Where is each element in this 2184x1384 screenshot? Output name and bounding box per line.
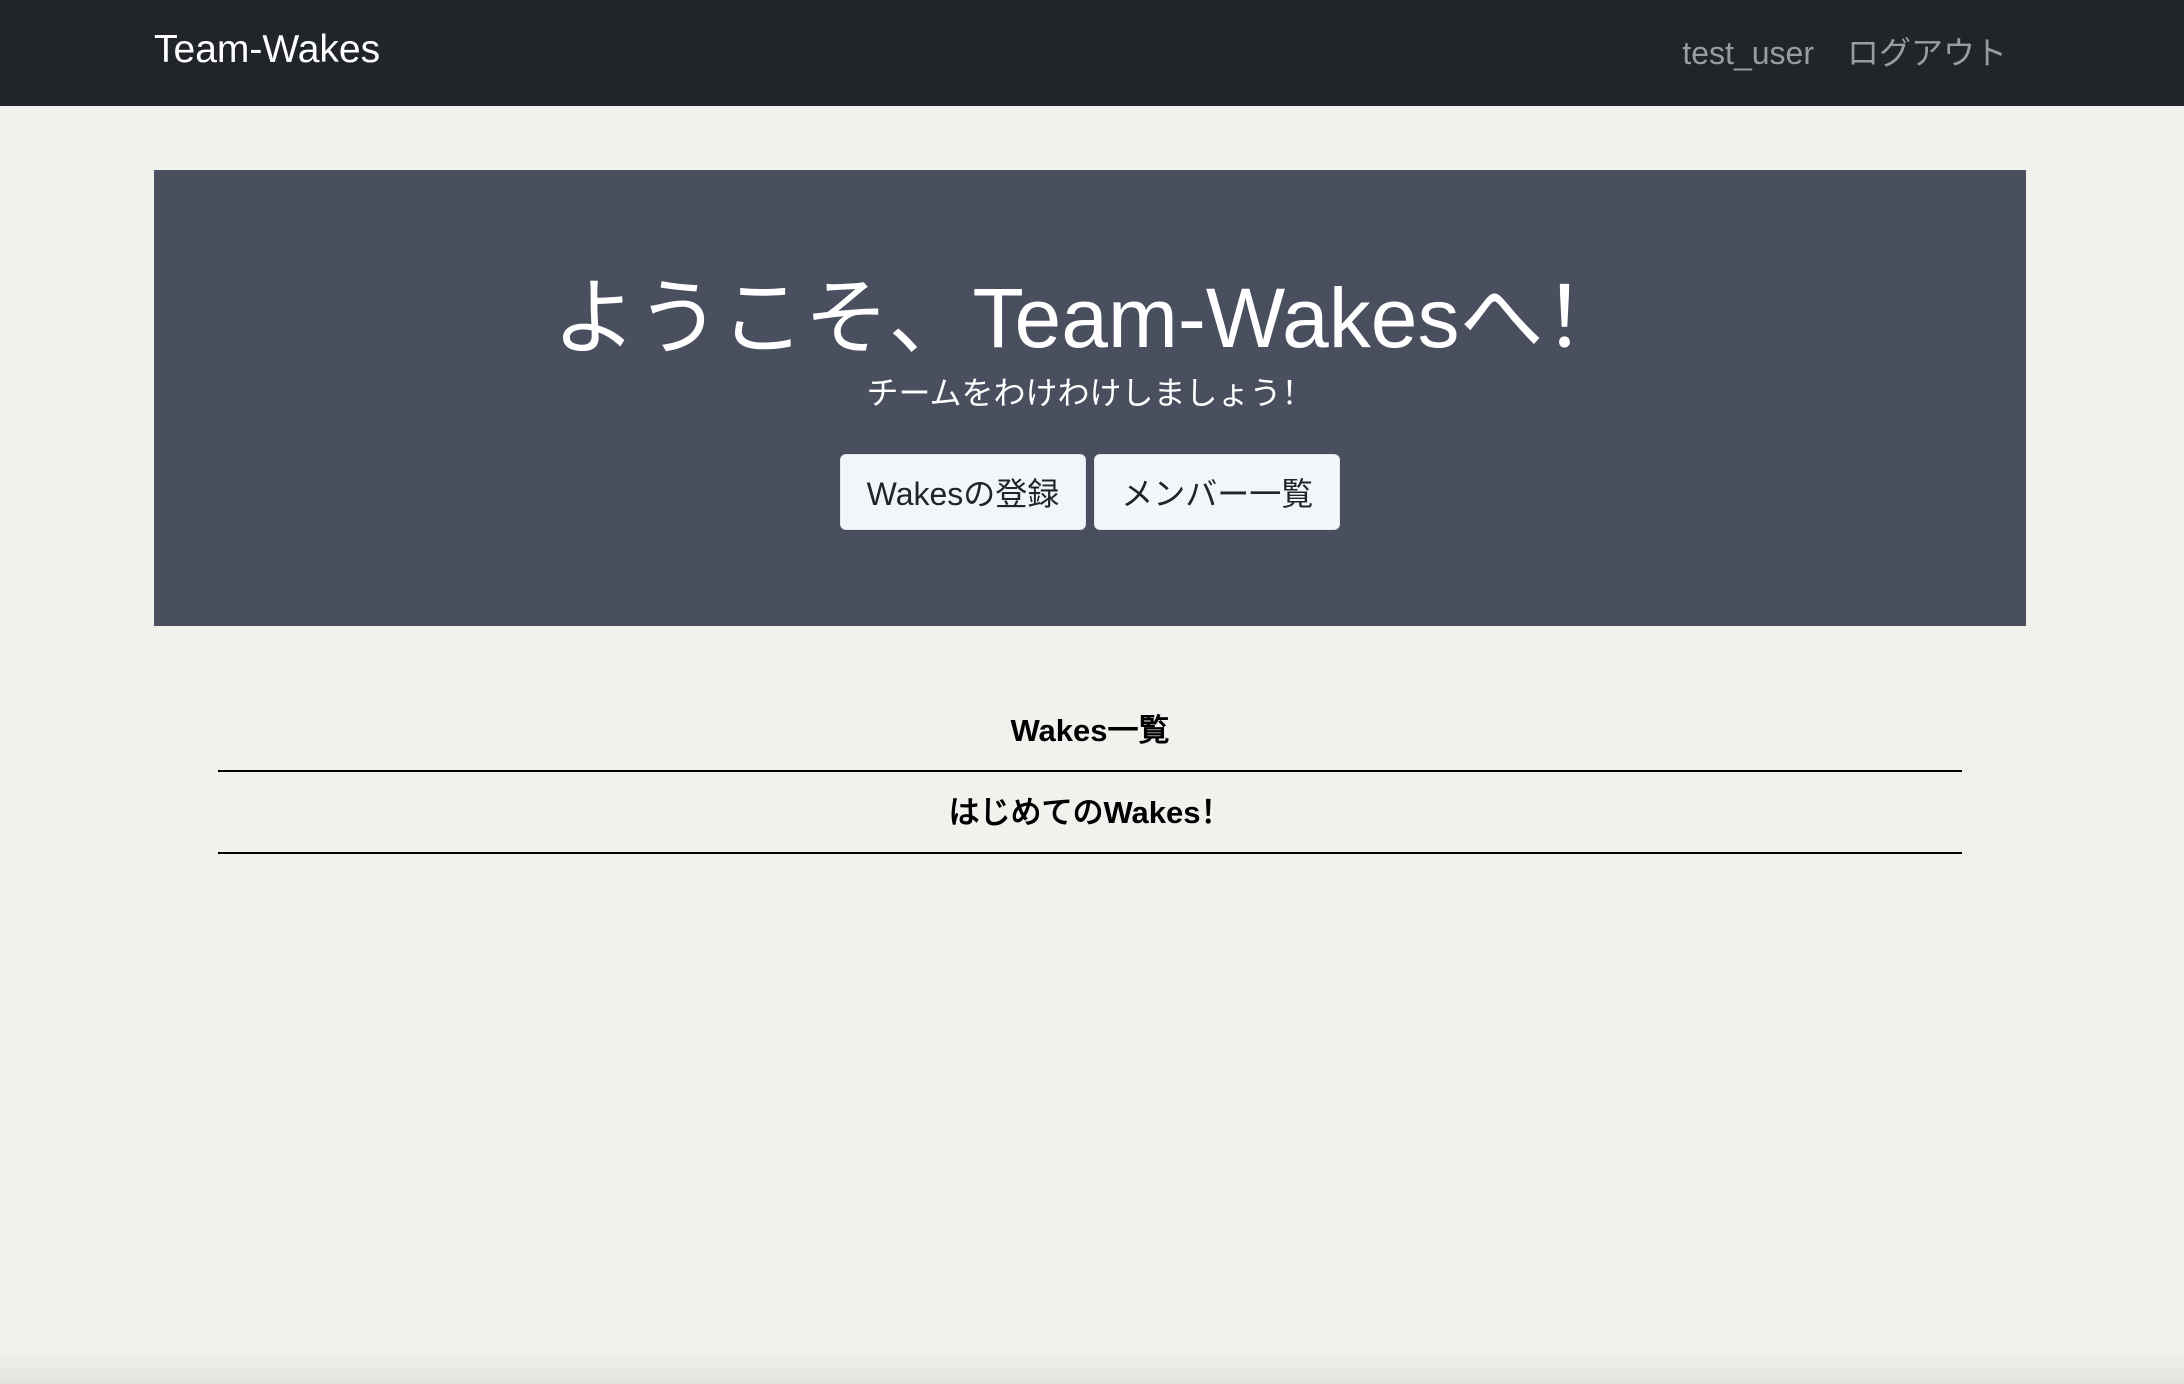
wakes-list: Wakes一覧 はじめてのWakes！ <box>218 696 1962 854</box>
nav-links: test_user ログアウト <box>1682 0 2007 106</box>
hero-title: ようこそ、Team-Wakesへ！ <box>552 271 1628 365</box>
logout-link[interactable]: ログアウト <box>1847 3 2007 103</box>
top-navbar: Team-Wakes test_user ログアウト <box>0 0 2184 106</box>
window-bottom-shadow <box>0 1348 2184 1384</box>
user-link[interactable]: test_user <box>1682 3 1814 103</box>
hero-banner: ようこそ、Team-Wakesへ！ チームをわけわけしましょう！ Wakesの登… <box>154 170 2026 626</box>
wakes-item-link[interactable]: はじめてのWakes！ <box>948 795 1231 830</box>
list-item: はじめてのWakes！ <box>218 772 1962 854</box>
hero-subtitle: チームをわけわけしましょう！ <box>866 375 1314 411</box>
member-list-button[interactable]: メンバー一覧 <box>1094 454 1341 530</box>
wakes-list-header: Wakes一覧 <box>218 696 1962 772</box>
hero-button-group: Wakesの登録 メンバー一覧 <box>154 454 2026 530</box>
brand-link[interactable]: Team-Wakes <box>154 0 380 106</box>
register-wakes-button[interactable]: Wakesの登録 <box>839 454 1087 530</box>
